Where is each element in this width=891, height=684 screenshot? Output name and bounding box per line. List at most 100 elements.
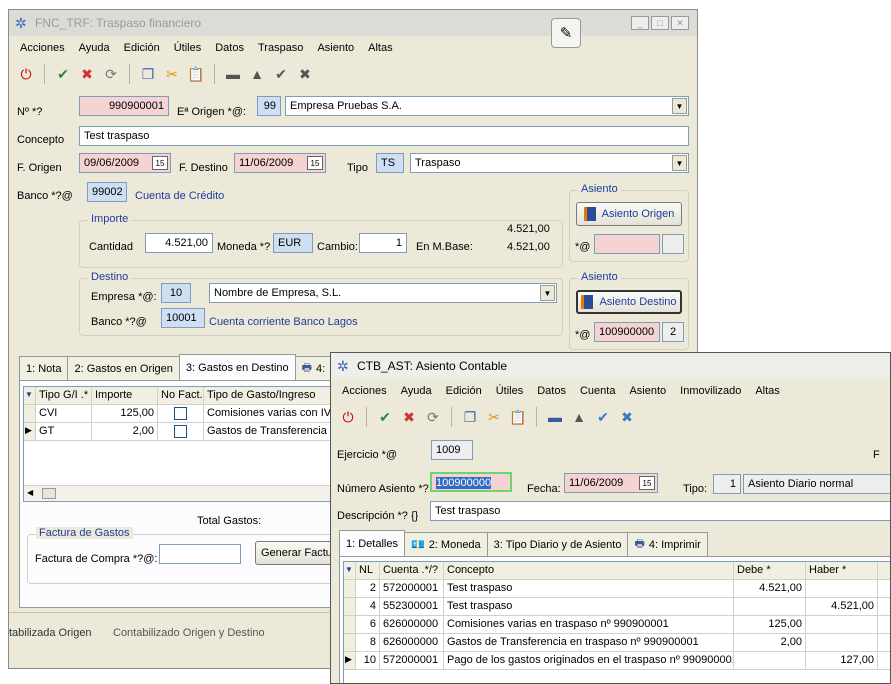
refresh-icon[interactable]: ⟳ <box>100 63 122 85</box>
chevron-down-icon[interactable]: ▼ <box>672 98 687 114</box>
copy-icon[interactable]: ❐ <box>137 63 159 85</box>
cancel-icon[interactable]: ✖ <box>398 406 420 428</box>
menu-cuenta[interactable]: Cuenta <box>573 385 622 397</box>
no-fact-checkbox[interactable] <box>174 425 187 438</box>
cell-haber[interactable]: 127,00 <box>806 652 878 669</box>
col-cuenta[interactable]: Cuenta .*/? <box>380 562 444 579</box>
cell-debe[interactable]: 4.521,00 <box>734 580 806 597</box>
moneda-field[interactable]: EUR <box>273 233 313 253</box>
col-nl[interactable]: NL <box>356 562 380 579</box>
chevron-down-icon[interactable]: ▼ <box>540 285 555 301</box>
power-icon[interactable]: ⏻ <box>337 406 359 428</box>
tab-imprimir[interactable]: 🖶 4: Imprimir <box>627 532 708 556</box>
minus-icon[interactable]: ▬ <box>222 63 244 85</box>
paste-icon[interactable]: 📋 <box>507 406 529 428</box>
cancel-icon[interactable]: ✖ <box>76 63 98 85</box>
menu-altas[interactable]: Altas <box>748 385 786 397</box>
cell-haber[interactable] <box>806 616 878 633</box>
asiento-destino-field[interactable]: 100900000 <box>594 322 660 342</box>
minus-icon[interactable]: ▬ <box>544 406 566 428</box>
cell-nl[interactable]: 2 <box>356 580 380 597</box>
col-no-fact[interactable]: No Fact. <box>158 387 204 404</box>
fecha-field[interactable]: 11/06/2009 15 <box>564 473 658 493</box>
asiento-origen-field[interactable] <box>594 234 660 254</box>
empresa-dest-code[interactable]: 10 <box>161 283 191 303</box>
no-fact-checkbox[interactable] <box>174 407 187 420</box>
cell-cuenta[interactable]: 572000001 <box>380 652 444 669</box>
col-tipo[interactable]: Tipo G/I .* <box>36 387 92 404</box>
cell-debe[interactable] <box>734 598 806 615</box>
menu-acciones[interactable]: Acciones <box>13 42 72 54</box>
cell-nl[interactable]: 8 <box>356 634 380 651</box>
factura-compra-field[interactable] <box>159 544 241 564</box>
menu-asiento[interactable]: Asiento <box>622 385 673 397</box>
maximize-button[interactable]: □ <box>651 16 669 30</box>
f-destino-field[interactable]: 11/06/2009 15 <box>234 153 326 173</box>
cell-concepto[interactable]: Pago de los gastos originados en el tras… <box>444 652 734 669</box>
banco-name-link[interactable]: Cuenta de Crédito <box>135 190 224 202</box>
cell-haber[interactable] <box>806 580 878 597</box>
menu-edicion[interactable]: Edición <box>117 42 167 54</box>
empresa-origen-code[interactable]: 99 <box>257 96 281 116</box>
table-row[interactable]: CVI 125,00 Comisiones varias con IVA <box>24 405 334 423</box>
filter-icon[interactable]: ▼ <box>24 387 36 404</box>
cell-debe[interactable]: 2,00 <box>734 634 806 651</box>
asiento-origen-button[interactable]: Asiento Origen <box>576 202 682 226</box>
scroll-left-icon[interactable]: ◀ <box>27 488 33 497</box>
concepto-field[interactable]: Test traspaso <box>79 126 689 146</box>
minimize-button[interactable]: _ <box>631 16 649 30</box>
cell-tipo[interactable]: CVI <box>36 405 92 422</box>
copy-icon[interactable]: ❐ <box>459 406 481 428</box>
col-debe[interactable]: Debe * <box>734 562 806 579</box>
cell-tipo-gasto[interactable]: Gastos de Transferencia <box>204 423 334 440</box>
tipo-code[interactable]: TS <box>376 153 404 173</box>
menu-edicion[interactable]: Edición <box>439 385 489 397</box>
tab-gastos-destino[interactable]: 3: Gastos en Destino <box>178 354 296 380</box>
scroll-thumb[interactable] <box>42 488 56 499</box>
menu-datos[interactable]: Datos <box>530 385 573 397</box>
cell-importe[interactable]: 125,00 <box>92 405 158 422</box>
tab-gastos-origen[interactable]: 2: Gastos en Origen <box>67 356 180 380</box>
col-importe[interactable]: Importe <box>92 387 158 404</box>
tab-detalles[interactable]: 1: Detalles <box>339 530 405 556</box>
empresa-origen-select[interactable]: Empresa Pruebas S.A. ▼ <box>285 96 689 116</box>
close-button[interactable]: ✕ <box>671 16 689 30</box>
cell-nl[interactable]: 4 <box>356 598 380 615</box>
cell-debe[interactable]: 125,00 <box>734 616 806 633</box>
tab-tipo-diario[interactable]: 3: Tipo Diario y de Asiento <box>486 532 629 556</box>
check-icon[interactable]: ✔ <box>270 63 292 85</box>
up-icon[interactable]: ▲ <box>246 63 268 85</box>
cell-importe[interactable]: 2,00 <box>92 423 158 440</box>
horizontal-scrollbar[interactable]: ◀ <box>24 485 334 501</box>
cell-tipo[interactable]: GT <box>36 423 92 440</box>
f-origen-field[interactable]: 09/06/2009 15 <box>79 153 171 173</box>
cut-icon[interactable]: ✂ <box>161 63 183 85</box>
menu-acciones[interactable]: Acciones <box>335 385 394 397</box>
cell-cuenta[interactable]: 552300001 <box>380 598 444 615</box>
menu-ayuda[interactable]: Ayuda <box>394 385 439 397</box>
cantidad-field[interactable]: 4.521,00 <box>145 233 213 253</box>
cell-cuenta[interactable]: 626000000 <box>380 616 444 633</box>
col-concepto[interactable]: Concepto <box>444 562 734 579</box>
cell-concepto[interactable]: Test traspaso <box>444 598 734 615</box>
col-haber[interactable]: Haber * <box>806 562 878 579</box>
cell-nl[interactable]: 6 <box>356 616 380 633</box>
banco-dest-name-link[interactable]: Cuenta corriente Banco Lagos <box>209 316 358 328</box>
tab-imprimir[interactable]: 🖶 4: <box>294 356 333 380</box>
accept-icon[interactable]: ✔ <box>374 406 396 428</box>
menu-utiles[interactable]: Útiles <box>167 42 209 54</box>
menu-utiles[interactable]: Útiles <box>489 385 531 397</box>
tab-nota[interactable]: 1: Nota <box>19 356 69 380</box>
power-icon[interactable]: ⏻ <box>15 63 37 85</box>
table-row[interactable]: 8 626000000 Gastos de Transferencia en t… <box>344 634 890 652</box>
menu-datos[interactable]: Datos <box>208 42 251 54</box>
calendar-icon[interactable]: 15 <box>152 156 168 170</box>
traspaso-titlebar[interactable]: ✲ FNC_TRF: Traspaso financiero _ □ ✕ <box>9 10 697 36</box>
cell-concepto[interactable]: Test traspaso <box>444 580 734 597</box>
cell-haber[interactable] <box>806 634 878 651</box>
col-tipo-gasto[interactable]: Tipo de Gasto/Ingreso <box>204 387 334 404</box>
asiento-titlebar[interactable]: ✲ CTB_AST: Asiento Contable <box>331 353 890 379</box>
asiento-destino-button[interactable]: Asiento Destino <box>576 290 682 314</box>
numero-field[interactable]: 990900001 <box>79 96 169 116</box>
menu-inmovilizado[interactable]: Inmovilizado <box>673 385 748 397</box>
